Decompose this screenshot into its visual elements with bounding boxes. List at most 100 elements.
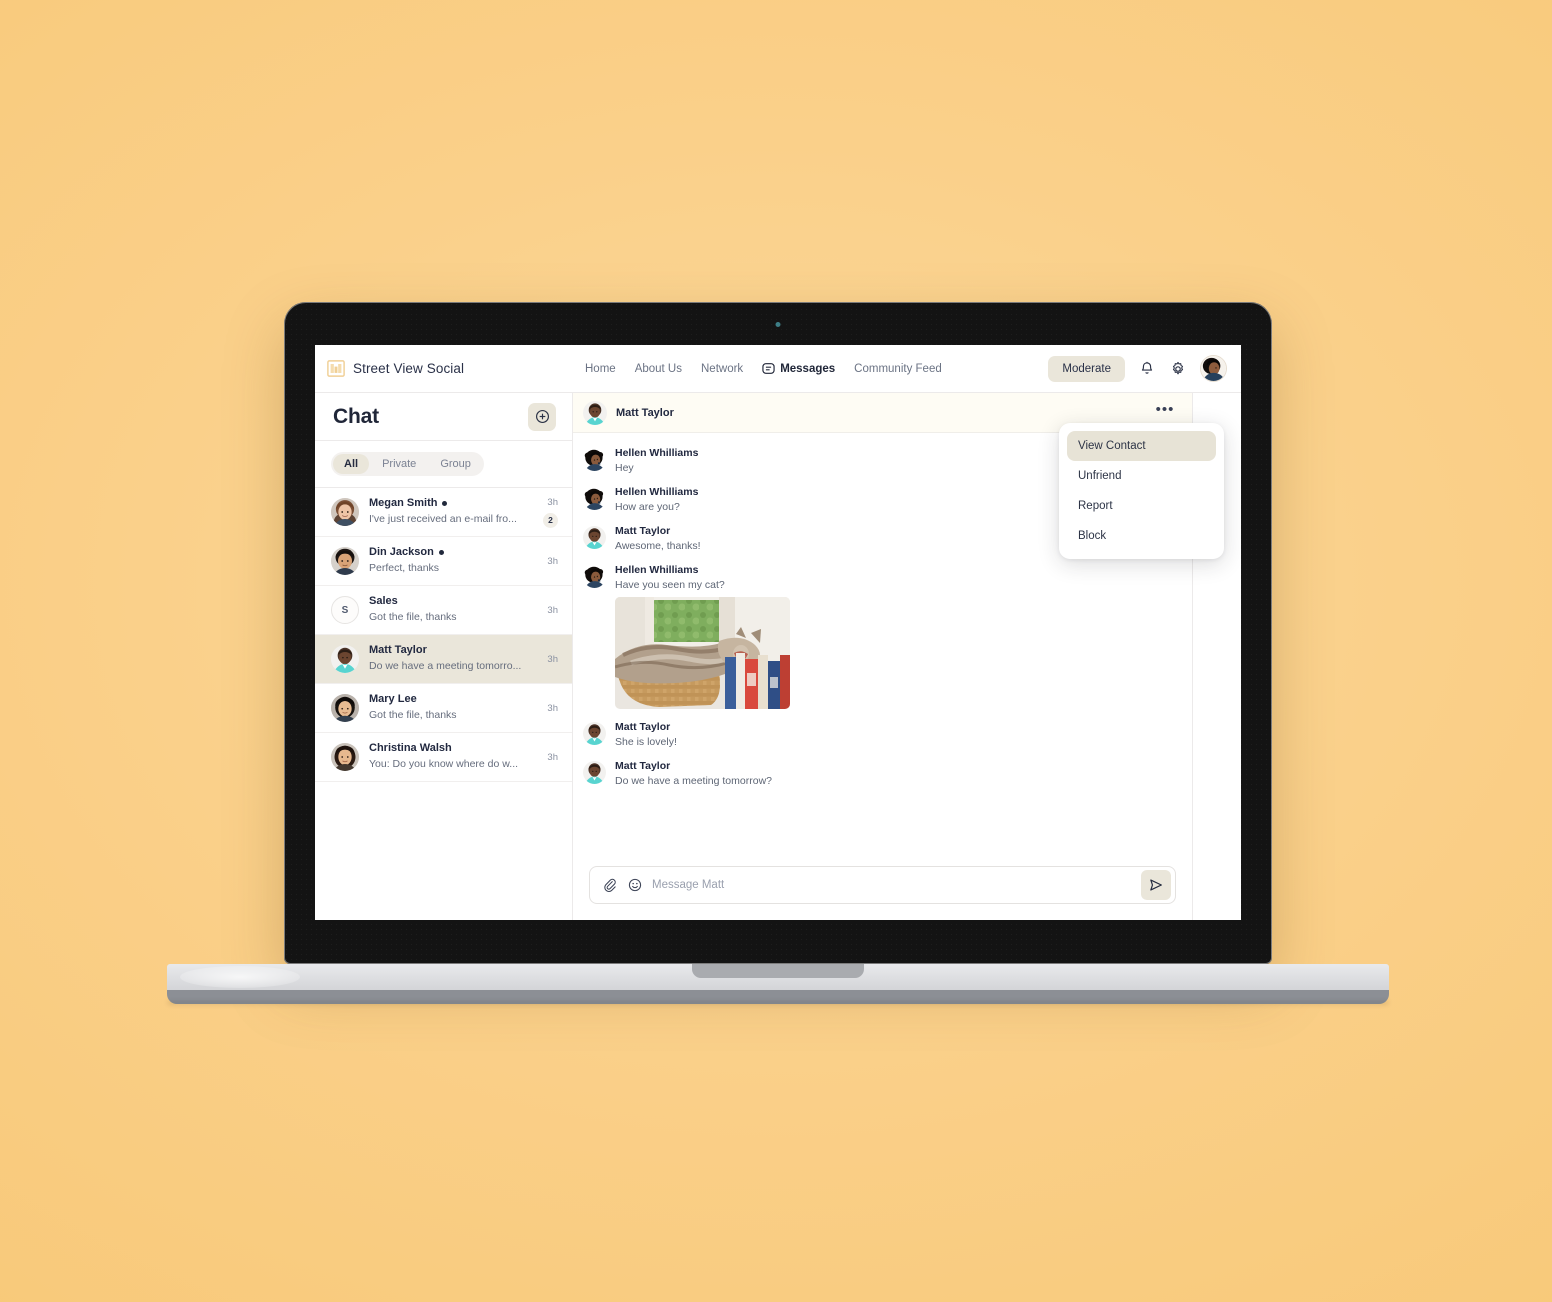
message-row: Matt Taylor Do we have a meeting tomorro… <box>583 760 1176 787</box>
building-logo-icon <box>327 360 345 377</box>
message-text: Have you seen my cat? <box>615 579 725 591</box>
avatar[interactable] <box>1200 355 1227 382</box>
page-title: Chat <box>333 404 379 428</box>
social-app: Street View Social Home About Us Network <box>315 345 1241 920</box>
list-item[interactable]: Mary Lee Got the file, thanks 3h <box>315 684 572 733</box>
laptop-base <box>167 964 1389 992</box>
list-item-preview: You: Do you know where do w... <box>369 758 519 770</box>
list-item-time: 3h <box>547 702 558 714</box>
message-sender: Hellen Whilliams <box>615 564 699 576</box>
list-item-meta: 3h <box>536 752 558 763</box>
list-item-text: Din Jackson Perfect, thanks <box>369 546 526 576</box>
list-item[interactable]: Megan Smith I've just received an e-mail… <box>315 488 572 537</box>
menu-item-report[interactable]: Report <box>1067 491 1216 521</box>
bell-icon[interactable] <box>1138 360 1156 378</box>
avatar <box>583 487 606 510</box>
list-item-preview: Perfect, thanks <box>369 562 440 574</box>
laptop-base-notch <box>692 964 864 978</box>
webcam-icon <box>775 322 781 327</box>
laptop-mockup: Street View Social Home About Us Network <box>0 0 1552 1302</box>
nav-links: Home About Us Network Messages Community… <box>585 362 1048 375</box>
gear-icon[interactable] <box>1169 360 1187 378</box>
app-body: Chat All Private Group Megan Smith I've … <box>315 393 1241 920</box>
list-item[interactable]: Christina Walsh You: Do you know where d… <box>315 733 572 782</box>
message-row: Hellen Whilliams Have you seen my cat? <box>583 564 1176 709</box>
message-row: Matt Taylor She is lovely! <box>583 721 1176 748</box>
list-item-name-row: Mary Lee <box>369 693 526 705</box>
list-item[interactable]: Din Jackson Perfect, thanks 3h <box>315 537 572 586</box>
brand[interactable]: Street View Social <box>327 359 585 378</box>
avatar <box>583 761 606 784</box>
avatar: S <box>331 596 359 624</box>
list-item-preview: Do we have a meeting tomorro... <box>369 660 522 672</box>
list-item-text: Sales Got the file, thanks <box>369 595 526 625</box>
message-input[interactable] <box>652 879 1132 891</box>
avatar <box>583 722 606 745</box>
list-item-time: 3h <box>547 604 558 616</box>
user-avatar-image <box>1201 356 1226 381</box>
message-text: How are you? <box>615 501 680 513</box>
send-icon <box>1150 879 1162 891</box>
list-item-meta: 3h <box>536 556 558 567</box>
list-item[interactable]: S Sales Got the file, thanks 3h <box>315 586 572 635</box>
message-body: Hellen Whilliams How are you? <box>615 486 698 513</box>
menu-item-block[interactable]: Block <box>1067 521 1216 551</box>
laptop-foot <box>167 990 1389 1004</box>
list-item-preview: Got the file, thanks <box>369 611 457 623</box>
ellipsis-icon[interactable]: ••• <box>1154 402 1176 424</box>
paperclip-icon[interactable] <box>602 877 618 893</box>
nav-link-about-us[interactable]: About Us <box>635 363 682 375</box>
nav-link-network[interactable]: Network <box>701 363 743 375</box>
smiley-icon[interactable] <box>627 877 643 893</box>
list-item-selected[interactable]: Matt Taylor Do we have a meeting tomorro… <box>315 635 572 684</box>
nav-link-messages-label: Messages <box>780 362 836 375</box>
avatar <box>583 565 606 588</box>
list-item-name: Sales <box>369 595 398 607</box>
chat-sidebar-header: Chat <box>315 393 572 441</box>
list-item-name: Mary Lee <box>369 693 417 705</box>
list-item-name-row: Matt Taylor <box>369 644 526 656</box>
cat-in-basket-photo[interactable] <box>615 597 790 709</box>
chat-bubble-icon <box>762 363 775 374</box>
message-sender: Hellen Whilliams <box>615 486 699 498</box>
list-item-meta: 3h <box>536 703 558 714</box>
nav-link-messages[interactable]: Messages <box>762 362 835 375</box>
list-item-time: 3h <box>547 496 558 508</box>
message-body: Matt Taylor Awesome, thanks! <box>615 525 701 552</box>
list-item-meta: 3h <box>536 605 558 616</box>
laptop-screen: Street View Social Home About Us Network <box>315 345 1241 920</box>
list-item-time: 3h <box>547 751 558 763</box>
list-item-text: Mary Lee Got the file, thanks <box>369 693 526 723</box>
send-button[interactable] <box>1141 870 1171 900</box>
conversation-title: Matt Taylor <box>616 406 674 419</box>
menu-item-view-contact[interactable]: View Contact <box>1067 431 1216 461</box>
nav-link-home[interactable]: Home <box>585 363 616 375</box>
moderate-button[interactable]: Moderate <box>1048 355 1125 382</box>
list-item-name-row: Christina Walsh <box>369 742 526 754</box>
message-text: Hey <box>615 462 634 474</box>
chat-filter-group[interactable]: Group <box>429 454 482 474</box>
list-item-text: Megan Smith I've just received an e-mail… <box>369 497 526 527</box>
new-chat-button[interactable] <box>528 402 556 431</box>
message-composer <box>589 866 1176 904</box>
message-sender: Hellen Whilliams <box>615 447 699 459</box>
chat-filter-private[interactable]: Private <box>371 454 427 474</box>
menu-item-unfriend[interactable]: Unfriend <box>1067 461 1216 491</box>
message-body: Hellen Whilliams Hey <box>615 447 698 474</box>
nav-link-community-feed[interactable]: Community Feed <box>854 363 942 375</box>
list-item-name: Matt Taylor <box>369 644 427 656</box>
brand-name: Street View Social <box>353 361 465 376</box>
list-item-text: Matt Taylor Do we have a meeting tomorro… <box>369 644 526 674</box>
list-item-time: 3h <box>547 653 558 665</box>
plus-circle-icon <box>535 410 549 423</box>
topnav-actions: Moderate <box>1048 355 1227 382</box>
chat-filter-all[interactable]: All <box>333 454 370 474</box>
online-status-icon <box>442 500 448 506</box>
chat-filter-pills: All Private Group <box>331 452 484 476</box>
message-text: Awesome, thanks! <box>615 540 701 552</box>
laptop-lid: Street View Social Home About Us Network <box>284 302 1272 964</box>
list-item-text: Christina Walsh You: Do you know where d… <box>369 742 526 772</box>
avatar <box>331 645 359 673</box>
list-item-name-row: Megan Smith <box>369 497 526 509</box>
laptop-base-highlight <box>180 966 300 988</box>
